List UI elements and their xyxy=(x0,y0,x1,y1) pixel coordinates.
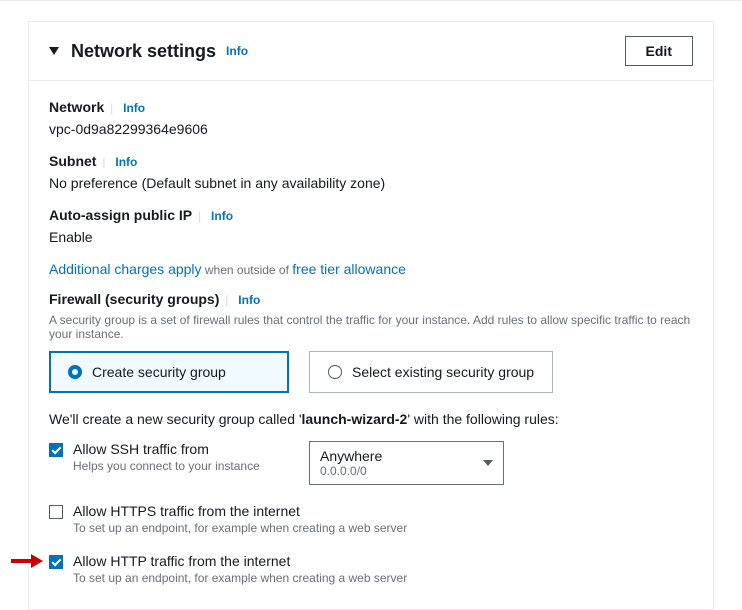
subnet-value: No preference (Default subnet in any ava… xyxy=(49,175,693,191)
sg-create-text: We'll create a new security group called… xyxy=(49,411,693,427)
highlight-arrow-icon xyxy=(9,551,45,571)
ssh-help: Helps you connect to your instance xyxy=(73,459,289,473)
sg-radio-group: Create security group Select existing se… xyxy=(49,351,693,393)
additional-charges-link[interactable]: Additional charges apply xyxy=(49,261,202,277)
create-sg-radio[interactable]: Create security group xyxy=(49,351,289,393)
radio-icon xyxy=(68,365,82,379)
http-checkbox[interactable] xyxy=(49,555,63,569)
ssh-checkbox[interactable] xyxy=(49,443,63,457)
info-link-firewall[interactable]: Info xyxy=(238,293,260,307)
radio-icon xyxy=(328,365,342,379)
free-tier-link[interactable]: free tier allowance xyxy=(292,261,406,277)
info-link-network[interactable]: Info xyxy=(123,101,145,115)
ssh-source-dropdown[interactable]: Anywhere 0.0.0.0/0 xyxy=(309,441,504,485)
http-help: To set up an endpoint, for example when … xyxy=(73,571,693,585)
network-value: vpc-0d9a82299364e9606 xyxy=(49,121,693,137)
collapse-icon[interactable] xyxy=(49,47,59,55)
panel-header: Network settings Info Edit xyxy=(29,22,713,81)
https-label: Allow HTTPS traffic from the internet xyxy=(73,503,693,519)
select-sg-radio[interactable]: Select existing security group xyxy=(309,351,553,393)
http-label: Allow HTTP traffic from the internet xyxy=(73,553,693,569)
firewall-help: A security group is a set of firewall ru… xyxy=(49,313,693,341)
charges-text: Additional charges apply when outside of… xyxy=(49,261,693,277)
subnet-label: Subnet xyxy=(49,153,96,169)
chevron-down-icon xyxy=(483,460,493,466)
network-label: Network xyxy=(49,99,104,115)
info-link-publicip[interactable]: Info xyxy=(211,209,233,223)
publicip-value: Enable xyxy=(49,229,693,245)
publicip-label: Auto-assign public IP xyxy=(49,207,192,223)
panel-body: Network | Info vpc-0d9a82299364e9606 Sub… xyxy=(29,81,713,609)
https-checkbox[interactable] xyxy=(49,505,63,519)
firewall-label: Firewall (security groups) xyxy=(49,291,219,307)
info-link-subnet[interactable]: Info xyxy=(115,155,137,169)
https-help: To set up an endpoint, for example when … xyxy=(73,521,693,535)
info-link-header[interactable]: Info xyxy=(226,44,248,58)
panel-title: Network settings xyxy=(71,41,216,62)
edit-button[interactable]: Edit xyxy=(625,36,693,66)
network-settings-panel: Network settings Info Edit Network | Inf… xyxy=(28,21,714,610)
ssh-label: Allow SSH traffic from xyxy=(73,441,289,457)
